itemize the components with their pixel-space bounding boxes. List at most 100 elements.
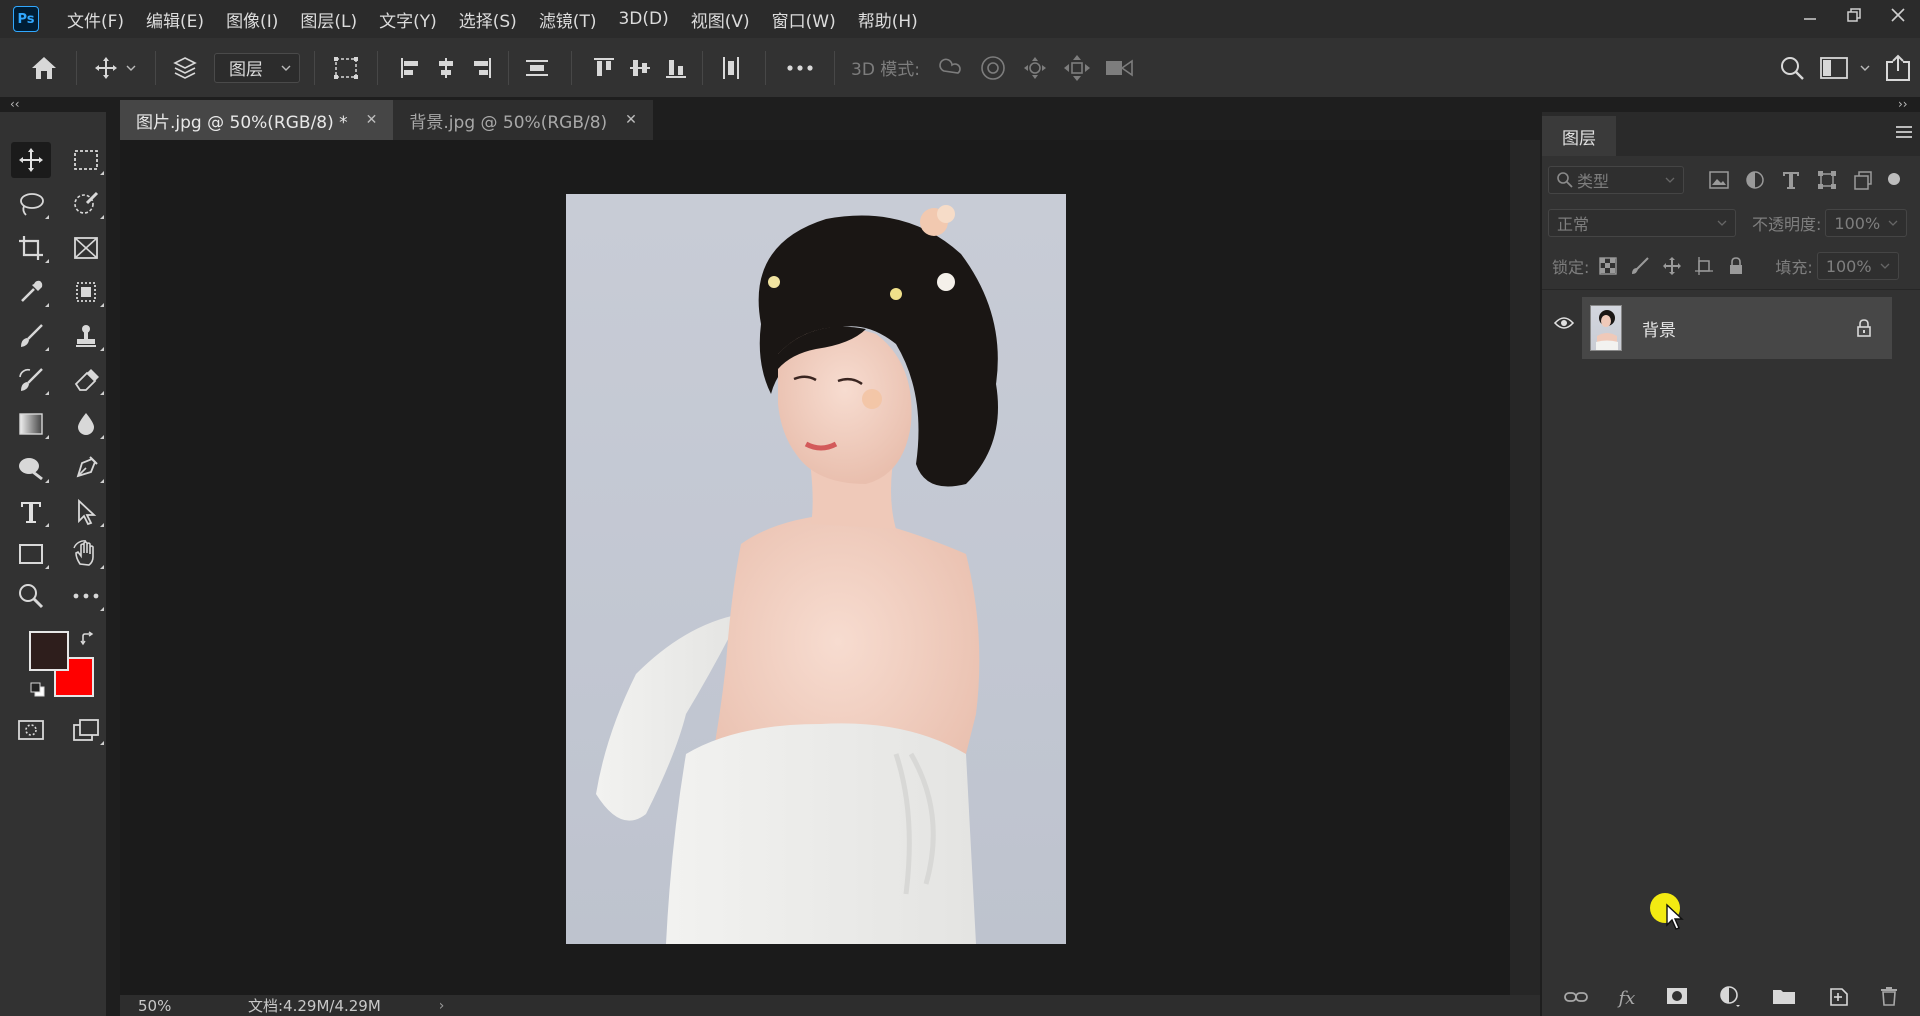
- rectangle-tool[interactable]: [11, 536, 51, 572]
- menu-edit[interactable]: 编辑(E): [146, 7, 204, 32]
- home-icon[interactable]: [26, 50, 62, 86]
- eyedropper-tool[interactable]: [11, 274, 51, 310]
- layer-name[interactable]: 背景: [1642, 316, 1676, 341]
- pen-tool[interactable]: [66, 450, 106, 486]
- delete-layer-trash-icon[interactable]: [1880, 986, 1898, 1010]
- 3d-roll-icon[interactable]: [972, 50, 1014, 86]
- auto-select-target-dropdown[interactable]: 图层: [214, 52, 300, 83]
- zoom-tool[interactable]: [11, 578, 51, 614]
- new-group-folder-icon[interactable]: [1772, 987, 1796, 1009]
- swap-colors-icon[interactable]: [80, 631, 96, 651]
- link-layers-icon[interactable]: [1563, 989, 1588, 1008]
- restore-icon[interactable]: [1832, 0, 1876, 30]
- toolbar-collapse-icon[interactable]: ‹‹: [10, 98, 20, 112]
- default-colors-icon[interactable]: [30, 682, 46, 702]
- minimize-icon[interactable]: [1788, 0, 1832, 30]
- align-top-icon[interactable]: [586, 50, 622, 86]
- edit-toolbar-button[interactable]: [66, 578, 106, 614]
- tab-layers[interactable]: 图层: [1542, 116, 1616, 156]
- chevron-right-icon[interactable]: ›: [439, 998, 445, 1014]
- move-tool-icon[interactable]: [91, 50, 121, 86]
- 3d-slide-icon[interactable]: [1056, 50, 1098, 86]
- menu-select[interactable]: 选择(S): [459, 7, 517, 32]
- layer-filter-dropdown[interactable]: 类型: [1548, 166, 1684, 194]
- align-horizontal-center-icon[interactable]: [428, 50, 464, 86]
- filter-pixel-icon[interactable]: [1708, 169, 1730, 191]
- history-brush-tool[interactable]: [11, 362, 51, 398]
- frame-tool[interactable]: [66, 230, 106, 266]
- layer-style-fx-icon[interactable]: fx: [1619, 988, 1636, 1009]
- chevron-down-icon[interactable]: [1854, 50, 1876, 86]
- menu-3d[interactable]: 3D(D): [618, 9, 668, 29]
- menu-view[interactable]: 视图(V): [691, 7, 750, 32]
- workspace-icon[interactable]: [1814, 50, 1854, 86]
- align-left-icon[interactable]: [392, 50, 428, 86]
- canvas-area[interactable]: [120, 140, 1510, 995]
- close-icon[interactable]: ✕: [366, 112, 378, 128]
- quick-selection-tool[interactable]: [66, 186, 106, 222]
- panel-menu-icon[interactable]: [1896, 126, 1912, 138]
- path-selection-tool[interactable]: [66, 494, 106, 530]
- auto-select-layers-icon[interactable]: [170, 50, 200, 86]
- screen-mode-button[interactable]: [66, 712, 106, 748]
- search-icon[interactable]: [1770, 50, 1814, 86]
- lasso-tool[interactable]: [11, 186, 51, 222]
- lock-artboard-icon[interactable]: [1693, 255, 1715, 277]
- document-info[interactable]: 文档:4.29M/4.29M: [248, 995, 381, 1016]
- marquee-tool[interactable]: [66, 142, 106, 178]
- gradient-tool[interactable]: [11, 406, 51, 442]
- foreground-color-swatch[interactable]: [29, 631, 69, 671]
- layer-row-background[interactable]: 背景: [1582, 297, 1892, 359]
- adjustment-layer-icon[interactable]: [1719, 985, 1741, 1011]
- menu-help[interactable]: 帮助(H): [858, 7, 918, 32]
- distribute-horizontal-icon[interactable]: [711, 50, 751, 86]
- layer-lock-icon[interactable]: [1856, 319, 1872, 341]
- align-vertical-center-icon[interactable]: [622, 50, 658, 86]
- add-mask-icon[interactable]: [1666, 987, 1688, 1009]
- lock-all-icon[interactable]: [1725, 255, 1747, 277]
- align-bottom-icon[interactable]: [658, 50, 694, 86]
- crop-tool[interactable]: [11, 230, 51, 266]
- close-icon[interactable]: ✕: [625, 112, 637, 128]
- 3d-orbit-icon[interactable]: [930, 50, 972, 86]
- menu-layer[interactable]: 图层(L): [300, 7, 357, 32]
- eraser-tool[interactable]: [66, 362, 106, 398]
- blur-tool[interactable]: [66, 406, 106, 442]
- photoshop-logo[interactable]: Ps: [13, 6, 39, 32]
- layer-visibility-eye-icon[interactable]: [1553, 315, 1575, 334]
- quick-mask-button[interactable]: [11, 712, 51, 748]
- new-layer-icon[interactable]: [1827, 985, 1849, 1011]
- document-image[interactable]: [566, 194, 1066, 944]
- opacity-field[interactable]: 100%: [1825, 209, 1908, 237]
- 3d-pan-icon[interactable]: [1014, 50, 1056, 86]
- type-tool[interactable]: [11, 494, 51, 530]
- lock-transparent-pixels-icon[interactable]: [1597, 255, 1619, 277]
- lock-position-icon[interactable]: [1661, 255, 1683, 277]
- clone-stamp-tool[interactable]: [66, 318, 106, 354]
- dodge-tool[interactable]: [11, 450, 51, 486]
- close-icon[interactable]: [1876, 0, 1920, 30]
- lock-image-pixels-icon[interactable]: [1629, 255, 1651, 277]
- zoom-level[interactable]: 50%: [138, 997, 198, 1015]
- menu-image[interactable]: 图像(I): [226, 7, 278, 32]
- filter-smart-object-icon[interactable]: [1852, 169, 1874, 191]
- menu-filter[interactable]: 滤镜(T): [539, 7, 597, 32]
- menu-type[interactable]: 文字(Y): [379, 7, 437, 32]
- panel-collapse-icon[interactable]: ››: [1898, 98, 1908, 112]
- move-tool[interactable]: [11, 142, 51, 178]
- fill-field[interactable]: 100%: [1816, 252, 1899, 280]
- menu-file[interactable]: 文件(F): [67, 7, 124, 32]
- more-options-icon[interactable]: [780, 50, 820, 86]
- filter-type-icon[interactable]: [1780, 169, 1802, 191]
- 3d-camera-icon[interactable]: [1098, 50, 1140, 86]
- blend-mode-dropdown[interactable]: 正常: [1548, 209, 1736, 237]
- hand-tool[interactable]: [66, 536, 106, 572]
- menu-window[interactable]: 窗口(W): [772, 7, 836, 32]
- spot-healing-tool[interactable]: [66, 274, 106, 310]
- brush-tool[interactable]: [11, 318, 51, 354]
- share-icon[interactable]: [1876, 50, 1920, 86]
- filter-adjustment-icon[interactable]: [1744, 169, 1766, 191]
- chevron-down-icon[interactable]: [121, 50, 141, 86]
- filter-shape-icon[interactable]: [1816, 169, 1838, 191]
- tab-picture[interactable]: 图片.jpg @ 50%(RGB/8) * ✕: [120, 100, 394, 140]
